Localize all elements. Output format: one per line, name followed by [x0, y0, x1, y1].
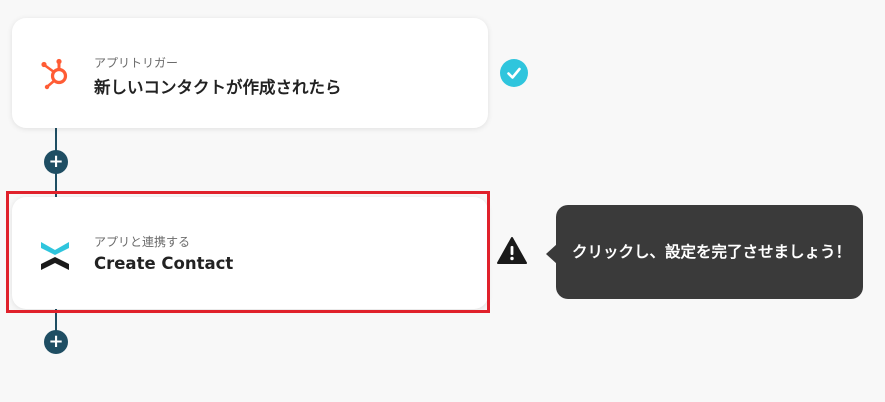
- add-step-button[interactable]: +: [44, 330, 68, 354]
- workflow-canvas: アプリトリガー 新しいコンタクトが作成されたら + アプリと連携する Creat…: [0, 0, 885, 402]
- plus-icon: +: [48, 331, 64, 352]
- step-type-label: アプリトリガー: [94, 56, 179, 70]
- setup-hint-tooltip: クリックし、設定を完了させましょう！: [556, 205, 863, 299]
- step-title: 新しいコンタクトが作成されたら: [94, 78, 342, 97]
- add-step-button[interactable]: +: [44, 150, 68, 174]
- check-icon: [500, 67, 528, 91]
- selected-step-highlight: [6, 191, 490, 313]
- plus-icon: +: [48, 151, 64, 172]
- completed-status-badge: [500, 59, 528, 87]
- hubspot-icon: [38, 56, 72, 90]
- warning-icon: [496, 236, 528, 266]
- tooltip-text: クリックし、設定を完了させましょう！: [572, 243, 852, 261]
- trigger-step-card[interactable]: アプリトリガー 新しいコンタクトが作成されたら: [12, 18, 488, 128]
